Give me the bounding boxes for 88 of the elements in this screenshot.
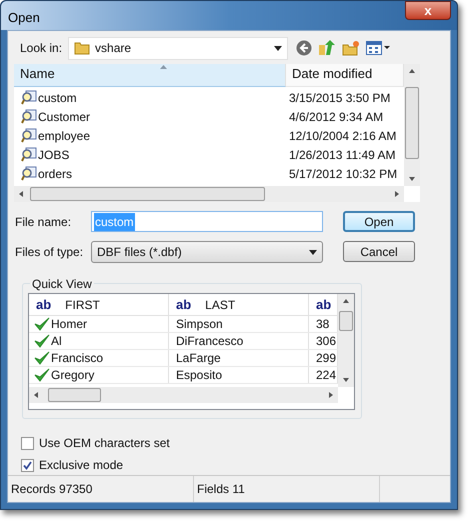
file-name: orders bbox=[38, 166, 72, 182]
grid-cell: 306 bbox=[316, 333, 336, 349]
scroll-thumb[interactable] bbox=[30, 187, 265, 201]
look-in-dropdown[interactable]: vshare bbox=[68, 36, 288, 60]
date-modified: 1/26/2013 11:49 AM bbox=[288, 146, 396, 164]
look-in-label: Look in: bbox=[20, 40, 62, 57]
grid-cell: 38 bbox=[316, 316, 330, 332]
date-modified: 5/17/2012 10:32 PM bbox=[288, 166, 398, 182]
scroll-up-arrow-icon[interactable] bbox=[408, 67, 416, 75]
date-modified: 3/15/2015 3:50 PM bbox=[288, 90, 390, 106]
dropdown-arrow-icon[interactable] bbox=[309, 250, 317, 254]
database-file-icon bbox=[21, 108, 37, 124]
dialog-button[interactable]: Cancel bbox=[343, 241, 415, 262]
files-of-type-label: Files of type: bbox=[15, 244, 84, 261]
scroll-left-arrow-icon[interactable] bbox=[32, 391, 40, 399]
scroll-thumb[interactable] bbox=[48, 388, 101, 402]
date-modified: 12/10/2004 2:16 AM bbox=[288, 128, 396, 144]
type-label: ab bbox=[36, 296, 52, 314]
type-label: ab bbox=[316, 296, 332, 314]
database-file-icon bbox=[21, 90, 37, 106]
horizontal-scrollbar[interactable] bbox=[29, 387, 338, 403]
grid-cell: DiFrancesco bbox=[176, 333, 244, 349]
grid-cell-text: Al bbox=[51, 333, 62, 350]
grid-cell: Simpson bbox=[176, 316, 223, 332]
grid-cell: LaFarge bbox=[176, 350, 221, 366]
new-folder-icon[interactable] bbox=[342, 40, 360, 56]
file-name: custom bbox=[38, 90, 77, 106]
scroll-up-arrow-icon[interactable] bbox=[342, 297, 350, 305]
file-row[interactable]: orders 5/17/2012 10:32 PM bbox=[14, 164, 404, 183]
scroll-left-arrow-icon[interactable] bbox=[17, 190, 25, 198]
grid-column-header[interactable]: ab FIRST bbox=[29, 294, 169, 315]
check-icon bbox=[34, 368, 50, 382]
file-name: Customer bbox=[38, 108, 90, 126]
column-header[interactable]: Date modified bbox=[286, 64, 404, 87]
file-row[interactable]: employee 12/10/2004 2:16 AM bbox=[14, 126, 404, 145]
status-text: Fields 11 bbox=[194, 476, 380, 502]
scroll-down-arrow-icon[interactable] bbox=[408, 175, 416, 183]
view-menu-icon[interactable] bbox=[366, 40, 390, 56]
vertical-scrollbar[interactable] bbox=[404, 64, 420, 186]
file-name-label: File name: bbox=[15, 214, 72, 230]
scroll-thumb[interactable] bbox=[339, 311, 353, 331]
file-name-value: custom bbox=[94, 212, 135, 230]
up-folder-icon[interactable] bbox=[318, 39, 336, 57]
dropdown-arrow-icon[interactable] bbox=[274, 46, 282, 50]
grid-cell-text: Homer bbox=[51, 316, 88, 333]
close-button[interactable]: x bbox=[405, 1, 451, 20]
database-file-icon bbox=[21, 166, 37, 182]
horizontal-scrollbar[interactable] bbox=[14, 186, 404, 202]
files-of-type-dropdown[interactable]: DBF files (*.dbf) bbox=[91, 241, 323, 263]
database-file-icon bbox=[21, 146, 37, 162]
checkbox-label: Use OEM characters set bbox=[39, 435, 170, 452]
file-name: JOBS bbox=[38, 146, 70, 164]
scroll-right-arrow-icon[interactable] bbox=[393, 190, 401, 198]
file-row[interactable]: custom 3/15/2015 3:50 PM bbox=[14, 88, 404, 107]
vertical-scrollbar[interactable] bbox=[338, 294, 354, 387]
file-row[interactable]: Customer 4/6/2012 9:34 AM bbox=[14, 107, 404, 126]
status-text: Records 97350 bbox=[8, 476, 194, 502]
date-modified: 4/6/2012 9:34 AM bbox=[288, 108, 384, 126]
grid-cell: 224 bbox=[316, 367, 336, 383]
grid-cell-text: Francisco bbox=[51, 350, 104, 367]
grid-column-label: LAST bbox=[205, 296, 236, 314]
checkbox[interactable] bbox=[21, 458, 34, 472]
check-icon bbox=[34, 351, 50, 365]
folder-icon bbox=[74, 40, 90, 56]
type-label: ab bbox=[176, 296, 192, 314]
checkbox[interactable] bbox=[21, 436, 34, 450]
sort-arrow-icon bbox=[160, 65, 167, 69]
check-icon bbox=[34, 317, 50, 331]
scroll-right-arrow-icon[interactable] bbox=[327, 391, 335, 399]
column-header[interactable]: Name bbox=[14, 64, 286, 87]
file-row[interactable]: JOBS 1/26/2013 11:49 AM bbox=[14, 145, 404, 164]
dialog-button[interactable]: Open bbox=[343, 211, 415, 232]
grid-column-label: FIRST bbox=[65, 296, 100, 314]
checkbox-label: Exclusive mode bbox=[39, 457, 124, 474]
window-title: Open bbox=[8, 9, 40, 27]
back-icon[interactable] bbox=[296, 40, 312, 56]
scroll-down-arrow-icon[interactable] bbox=[342, 376, 350, 384]
grid-cell: 299 bbox=[316, 350, 336, 366]
check-icon bbox=[34, 334, 50, 348]
scroll-thumb[interactable] bbox=[405, 87, 419, 159]
grid-cell: Esposito bbox=[176, 367, 222, 383]
files-of-type-value: DBF files (*.dbf) bbox=[97, 244, 182, 261]
look-in-value: vshare bbox=[95, 40, 132, 57]
grid-cell-text: Gregory bbox=[51, 367, 94, 384]
checkmark-icon bbox=[23, 460, 32, 470]
file-name: employee bbox=[38, 128, 90, 144]
grid-column-header[interactable]: ab LAST bbox=[169, 294, 309, 315]
database-file-icon bbox=[21, 128, 37, 144]
